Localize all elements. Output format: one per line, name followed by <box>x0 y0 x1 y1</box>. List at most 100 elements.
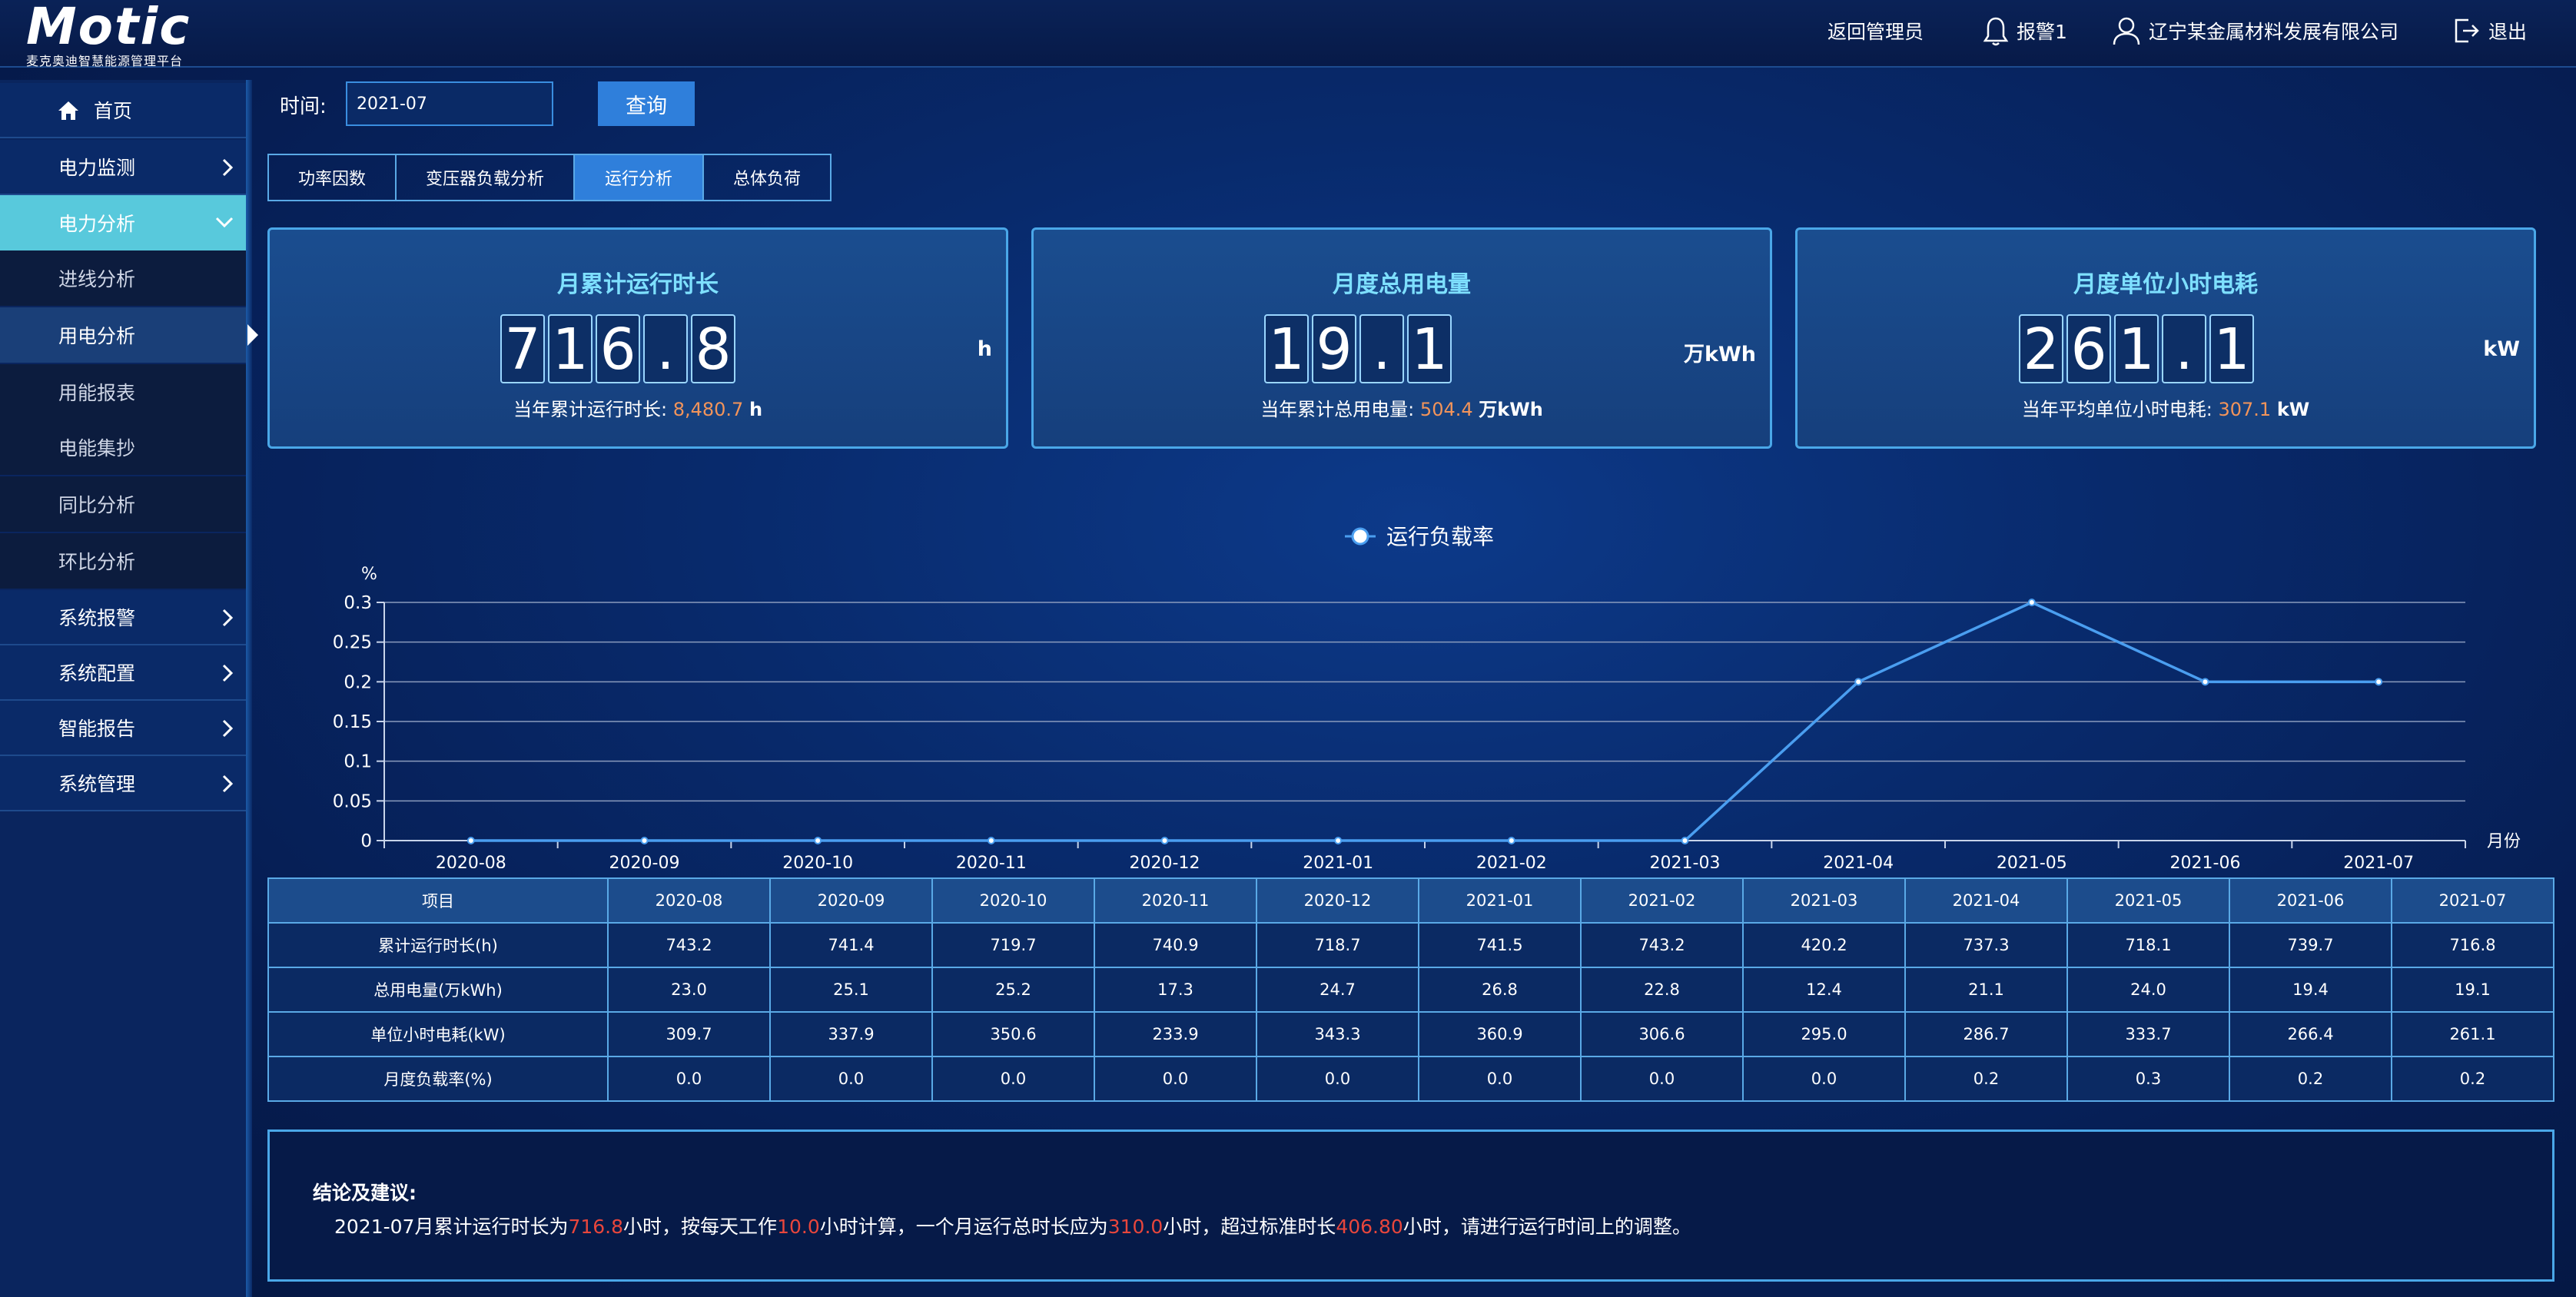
conclusion-part: 2021-07月累计运行时长为 <box>334 1216 569 1238</box>
selected-indicator-icon <box>247 324 258 346</box>
sidebar-item-label: 首页 <box>94 100 133 122</box>
logout-label: 退出 <box>2488 21 2528 43</box>
chevron-right-icon <box>222 158 234 177</box>
table-row: 总用电量(万kWh) 23.0 25.1 25.2 17.3 24.7 26.8 22.8 12… <box>267 967 2554 1013</box>
chart-y-axis-label: % <box>361 565 377 584</box>
sidebar-subitem-energy-report[interactable]: 用能报表 <box>0 364 246 420</box>
logout-icon <box>2455 18 2479 43</box>
kpi-digit: . <box>1359 314 1404 383</box>
tab-power-factor[interactable]: 功率因数 <box>267 154 397 201</box>
table-cell: 266.4 <box>2229 1011 2392 1057</box>
alarm-button[interactable]: 报警1 <box>1983 15 2067 46</box>
kpi-digit: 1 <box>548 314 593 383</box>
sidebar-item-label: 智能报告 <box>58 718 136 740</box>
conclusion-title: 结论及建议: <box>313 1182 417 1204</box>
chart-data-point <box>814 837 822 844</box>
sidebar-item-power-analysis[interactable]: 电力分析 <box>0 195 246 250</box>
chart-x-tick-label: 2021-06 <box>2170 854 2241 868</box>
sidebar-item-label: 进线分析 <box>58 268 136 290</box>
table-header-row: 项目 2020-08 2020-09 2020-10 2020-11 2020-12 202… <box>267 877 2554 924</box>
conclusion-value: 716.8 <box>568 1216 624 1238</box>
chart-y-tick-label: 0.1 <box>344 752 372 772</box>
table-header-cell: 2020-12 <box>1256 877 1419 924</box>
query-button[interactable]: 查询 <box>598 81 695 126</box>
table-row: 单位小时电耗(kW) 309.7 337.9 350.6 233.9 343.3 360.9… <box>267 1011 2554 1057</box>
sidebar-item-label: 用能报表 <box>58 382 136 404</box>
time-input[interactable] <box>346 81 553 126</box>
sidebar-subitem-incoming-analysis[interactable]: 进线分析 <box>0 250 246 306</box>
table-cell: 24.0 <box>2066 967 2230 1013</box>
kpi-subtitle: 当年累计总用电量: 504.4 万kWh <box>1034 394 1770 421</box>
sidebar-subitem-usage-analysis[interactable]: 用电分析 <box>0 307 246 363</box>
sidebar-item-smart-report[interactable]: 智能报告 <box>0 701 246 756</box>
table-cell: 337.9 <box>769 1011 933 1057</box>
table-cell: 333.7 <box>2066 1011 2230 1057</box>
sidebar-item-system-alarm[interactable]: 系统报警 <box>0 590 246 645</box>
sidebar-item-power-monitor[interactable]: 电力监测 <box>0 140 246 195</box>
table-header-cell: 2020-10 <box>931 877 1095 924</box>
kpi-digits: 1 9 . 1 <box>1264 314 1455 383</box>
sidebar-item-system-config[interactable]: 系统配置 <box>0 645 246 701</box>
kpi-sub-unit: kW <box>2276 399 2310 420</box>
table-row-label: 单位小时电耗(kW) <box>267 1011 609 1057</box>
chart-x-tick-label: 2021-01 <box>1303 854 1373 868</box>
chart-x-tick-label: 2020-12 <box>1130 854 1200 868</box>
kpi-digit: . <box>643 314 688 383</box>
tab-transformer-load[interactable]: 变压器负载分析 <box>395 154 575 201</box>
table-header-cell: 2021-03 <box>1742 877 1906 924</box>
kpi-card-monthly-consumption: 月度总用电量 1 9 . 1 万kWh 当年累计总用电量: 504.4 万kWh <box>1031 227 1772 449</box>
sidebar-item-label: 电力监测 <box>58 157 136 179</box>
chart-y-tick-label: 0.15 <box>333 712 372 732</box>
sidebar-item-label: 用电分析 <box>58 325 136 347</box>
sidebar-subitem-mom-analysis[interactable]: 环比分析 <box>0 533 246 589</box>
conclusion-part: 小时，按每天工作 <box>623 1216 778 1238</box>
kpi-title: 月度总用电量 <box>1333 271 1471 298</box>
chart-data-point <box>466 837 475 844</box>
load-rate-chart[interactable]: 0 0.05 0.1 0.15 0.2 0.25 0.3 2020-08 2020-09 2020… <box>323 507 2551 868</box>
chart-data-point <box>2201 678 2209 686</box>
time-label: 时间: <box>280 95 327 118</box>
chart-x-tick-label: 2021-07 <box>2343 854 2414 868</box>
sidebar-subitem-meter-reading[interactable]: 电能集抄 <box>0 420 246 475</box>
tab-overall-load[interactable]: 总体负荷 <box>702 154 832 201</box>
tab-operation-analysis[interactable]: 运行分析 <box>573 154 704 201</box>
table-header-cell: 2020-09 <box>769 877 933 924</box>
conclusion-part: 小时计算，一个月运行总时长应为 <box>819 1216 1108 1238</box>
table-header-cell: 2021-02 <box>1580 877 1744 924</box>
logout-button[interactable]: 退出 <box>2452 15 2527 46</box>
back-admin-link[interactable]: 返回管理员 <box>1827 15 1924 46</box>
chart-data-point <box>1854 678 1863 686</box>
chart-x-tick-label: 2021-04 <box>1823 854 1894 868</box>
sidebar-item-label: 系统管理 <box>58 773 136 795</box>
chevron-right-icon <box>222 719 234 738</box>
sidebar-item-label: 系统配置 <box>58 662 136 685</box>
table-cell: 743.2 <box>1580 922 1744 968</box>
sidebar-divider[interactable] <box>246 80 252 1297</box>
sidebar-item-home[interactable]: 首页 <box>0 83 246 138</box>
kpi-unit: h <box>977 337 992 361</box>
analysis-tabs: 功率因数 变压器负载分析 运行分析 总体负荷 <box>267 154 832 201</box>
table-cell: 295.0 <box>1742 1011 1906 1057</box>
kpi-subtitle: 当年累计运行时长: 8,480.7 h <box>270 394 1006 421</box>
logo[interactable]: Motic 麦克奥迪智慧能源管理平台 <box>26 2 191 69</box>
table-cell: 0.0 <box>1418 1056 1582 1102</box>
table-row-label: 月度负载率(%) <box>267 1056 609 1102</box>
table-cell: 718.7 <box>1256 922 1419 968</box>
monthly-data-table: 项目 2020-08 2020-09 2020-10 2020-11 2020-12 202… <box>267 877 2554 1102</box>
sidebar-subitem-yoy-analysis[interactable]: 同比分析 <box>0 476 246 532</box>
table-cell: 23.0 <box>607 967 771 1013</box>
chart-y-tick-label: 0.05 <box>333 791 372 811</box>
table-header-cell: 2021-04 <box>1904 877 2068 924</box>
sidebar-item-system-manage[interactable]: 系统管理 <box>0 756 246 811</box>
chart-y-tick-label: 0.25 <box>333 633 372 653</box>
table-cell: 19.4 <box>2229 967 2392 1013</box>
table-cell: 0.0 <box>607 1056 771 1102</box>
table-header-cell: 项目 <box>267 877 609 924</box>
table-cell: 286.7 <box>1904 1011 2068 1057</box>
kpi-digit: 1 <box>1407 314 1452 383</box>
company-name: 辽宁某金属材料发展有限公司 <box>2149 21 2399 43</box>
company-selector[interactable]: 辽宁某金属材料发展有限公司 <box>2112 15 2398 46</box>
chart-legend-label: 运行负载率 <box>1386 524 1494 549</box>
table-cell: 21.1 <box>1904 967 2068 1013</box>
kpi-digits: 7 1 6 . 8 <box>500 314 739 383</box>
